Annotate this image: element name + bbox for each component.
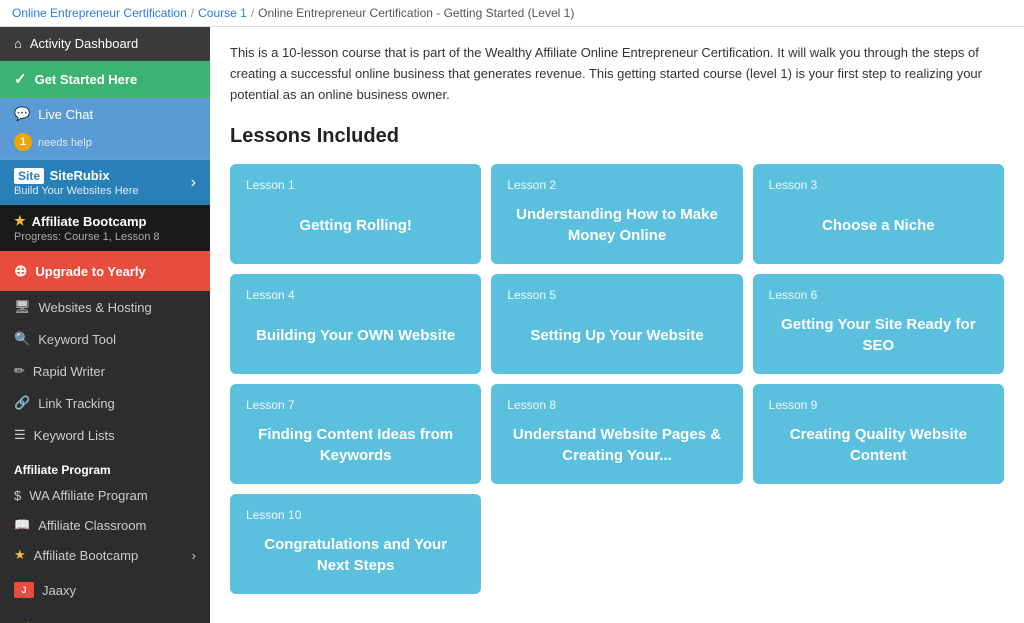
lesson-card-3[interactable]: Lesson 3 Choose a Niche bbox=[753, 164, 1004, 264]
chevron-icon bbox=[191, 174, 196, 192]
lesson-title-4: Building Your OWN Website bbox=[246, 310, 465, 360]
lesson-card-10[interactable]: Lesson 10 Congratulations and Your Next S… bbox=[230, 494, 481, 594]
sidebar-item-affiliate-bootcamp-link[interactable]: ★ Affiliate Bootcamp › bbox=[0, 540, 210, 570]
star2-icon: ★ bbox=[14, 547, 26, 563]
sidebar-item-link-tracking[interactable]: 🔗 Link Tracking bbox=[0, 387, 210, 419]
star-icon: ★ bbox=[14, 213, 26, 229]
lesson-card-2[interactable]: Lesson 2 Understanding How to Make Money … bbox=[491, 164, 742, 264]
lesson-title-9: Creating Quality Website Content bbox=[769, 420, 988, 470]
sidebar-item-keyword-tool[interactable]: 🔍 Keyword Tool bbox=[0, 323, 210, 355]
sidebar-label-jaaxy: Jaaxy bbox=[42, 583, 76, 598]
sidebar-label-keyword-lists: Keyword Lists bbox=[34, 428, 115, 443]
lesson-label-3: Lesson 3 bbox=[769, 178, 988, 192]
upgrade-label: Upgrade to Yearly bbox=[35, 264, 145, 279]
lesson-title-1: Getting Rolling! bbox=[246, 200, 465, 250]
jaaxy-icon: J bbox=[14, 582, 34, 598]
lesson-card-5[interactable]: Lesson 5 Setting Up Your Website bbox=[491, 274, 742, 374]
sidebar-label-get-started: Get Started Here bbox=[35, 72, 138, 87]
breadcrumb-sep-1: / bbox=[191, 6, 194, 20]
sidebar-item-wa-affiliate[interactable]: $ WA Affiliate Program bbox=[0, 481, 210, 510]
chat-icon: 💬 bbox=[14, 106, 30, 122]
lessons-title: Lessons Included bbox=[230, 125, 1004, 148]
lesson-card-4[interactable]: Lesson 4 Building Your OWN Website bbox=[230, 274, 481, 374]
lesson-label-2: Lesson 2 bbox=[507, 178, 726, 192]
lesson-label-1: Lesson 1 bbox=[246, 178, 465, 192]
check-icon: ✓ bbox=[14, 70, 27, 88]
book-icon: 📖 bbox=[14, 517, 30, 533]
sidebar-item-affiliate-bootcamp-header[interactable]: ★ Affiliate Bootcamp Progress: Course 1,… bbox=[0, 205, 210, 251]
link-icon: 🔗 bbox=[14, 395, 30, 411]
lesson-title-6: Getting Your Site Ready for SEO bbox=[769, 310, 988, 360]
sidebar-label-rapid-writer: Rapid Writer bbox=[33, 364, 105, 379]
lesson-label-7: Lesson 7 bbox=[246, 398, 465, 412]
main-content: This is a 10-lesson course that is part … bbox=[210, 27, 1024, 623]
sidebar-item-jaaxy[interactable]: J Jaaxy bbox=[0, 570, 210, 610]
breadcrumb-sep-2: / bbox=[251, 6, 254, 20]
sidebar-item-live-chat[interactable]: 💬 Live Chat 1 needs help bbox=[0, 98, 210, 160]
sidebar-item-site-rubix[interactable]: Site SiteRubix Build Your Websites Here bbox=[0, 160, 210, 205]
lesson-label-5: Lesson 5 bbox=[507, 288, 726, 302]
chevron2-icon: › bbox=[192, 548, 196, 563]
lesson-card-6[interactable]: Lesson 6 Getting Your Site Ready for SEO bbox=[753, 274, 1004, 374]
sidebar: ⌂ Activity Dashboard ✓ Get Started Here … bbox=[0, 27, 210, 623]
sidebar-label-live-chat: Live Chat bbox=[38, 107, 93, 122]
bootcamp-progress: Progress: Course 1, Lesson 8 bbox=[14, 231, 196, 243]
lessons-grid: Lesson 1 Getting Rolling! Lesson 2 Understa… bbox=[230, 164, 1004, 594]
bootcamp-label: Affiliate Bootcamp bbox=[32, 214, 147, 229]
breadcrumb: Online Entrepreneur Certification / Cour… bbox=[0, 0, 1024, 27]
lesson-card-1[interactable]: Lesson 1 Getting Rolling! bbox=[230, 164, 481, 264]
upgrade-icon: ⊕ bbox=[14, 261, 27, 281]
websites-icon: 🖥 bbox=[14, 299, 31, 315]
sidebar-label-link-tracking: Link Tracking bbox=[38, 396, 115, 411]
lesson-card-7[interactable]: Lesson 7 Finding Content Ideas from Keywo… bbox=[230, 384, 481, 484]
sidebar-item-affiliate-classroom[interactable]: 📖 Affiliate Classroom bbox=[0, 510, 210, 540]
sidebar-item-rapid-writer[interactable]: ✏ Rapid Writer bbox=[0, 355, 210, 387]
lesson-label-4: Lesson 4 bbox=[246, 288, 465, 302]
lesson-title-5: Setting Up Your Website bbox=[507, 310, 726, 360]
sidebar-label-bootcamp-link: Affiliate Bootcamp bbox=[34, 548, 139, 563]
sidebar-item-ambassadorship[interactable]: 🌿 Ambassadorship bbox=[0, 610, 210, 623]
sidebar-label-websites: Websites & Hosting bbox=[39, 300, 152, 315]
chat-sub-label: needs help bbox=[38, 137, 92, 149]
list-icon: ☰ bbox=[14, 427, 26, 443]
sidebar-item-websites-hosting[interactable]: 🖥 Websites & Hosting bbox=[0, 291, 210, 323]
lesson-title-7: Finding Content Ideas from Keywords bbox=[246, 420, 465, 470]
breadcrumb-link-2[interactable]: Course 1 bbox=[198, 6, 247, 20]
lesson-title-2: Understanding How to Make Money Online bbox=[507, 200, 726, 250]
sidebar-item-dashboard[interactable]: ⌂ Activity Dashboard bbox=[0, 27, 210, 61]
breadcrumb-link-1[interactable]: Online Entrepreneur Certification bbox=[12, 6, 187, 20]
sidebar-label-affiliate-classroom: Affiliate Classroom bbox=[38, 518, 146, 533]
lesson-title-3: Choose a Niche bbox=[769, 200, 988, 250]
sidebar-label-wa-affiliate: WA Affiliate Program bbox=[29, 488, 148, 503]
sidebar-upgrade-button[interactable]: ⊕ Upgrade to Yearly bbox=[0, 251, 210, 291]
pencil-icon: ✏ bbox=[14, 363, 25, 379]
home-icon: ⌂ bbox=[14, 36, 22, 51]
sidebar-label-dashboard: Activity Dashboard bbox=[30, 36, 138, 51]
course-description: This is a 10-lesson course that is part … bbox=[230, 43, 1004, 105]
lesson-label-8: Lesson 8 bbox=[507, 398, 726, 412]
dollar-icon: $ bbox=[14, 488, 21, 503]
breadcrumb-current: Online Entrepreneur Certification - Gett… bbox=[258, 6, 574, 20]
sidebar-label-keyword-tool: Keyword Tool bbox=[38, 332, 116, 347]
lesson-card-8[interactable]: Lesson 8 Understand Website Pages & Creat… bbox=[491, 384, 742, 484]
lesson-title-8: Understand Website Pages & Creating Your… bbox=[507, 420, 726, 470]
search-icon: 🔍 bbox=[14, 331, 30, 347]
lesson-label-10: Lesson 10 bbox=[246, 508, 465, 522]
sidebar-item-keyword-lists[interactable]: ☰ Keyword Lists bbox=[0, 419, 210, 451]
lesson-label-9: Lesson 9 bbox=[769, 398, 988, 412]
site-rubix-label: Site SiteRubix bbox=[14, 168, 110, 183]
chat-badge: 1 bbox=[14, 133, 32, 151]
site-rubix-sub-label: Build Your Websites Here bbox=[14, 185, 139, 197]
lesson-label-6: Lesson 6 bbox=[769, 288, 988, 302]
lesson-title-10: Congratulations and Your Next Steps bbox=[246, 530, 465, 580]
sidebar-section-affiliate: Affiliate Program bbox=[0, 451, 210, 481]
lesson-card-9[interactable]: Lesson 9 Creating Quality Website Content bbox=[753, 384, 1004, 484]
sidebar-item-get-started[interactable]: ✓ Get Started Here bbox=[0, 61, 210, 98]
